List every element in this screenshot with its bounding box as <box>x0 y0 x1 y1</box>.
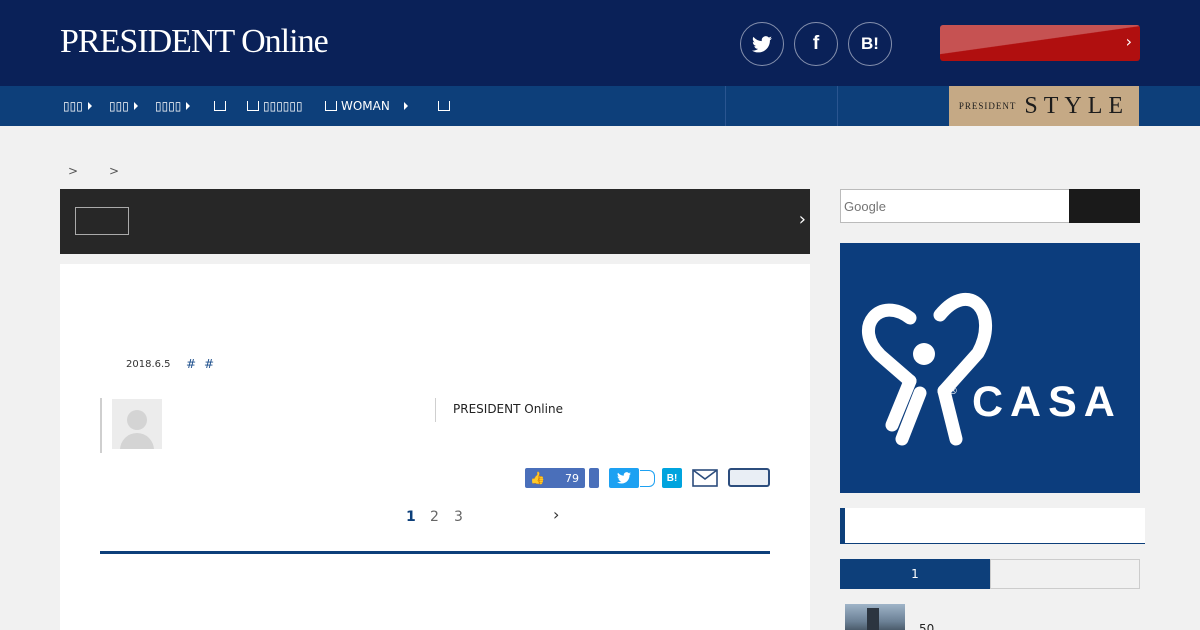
president-style-link[interactable]: PRESIDENT STYLE <box>949 86 1139 126</box>
search-button[interactable] <box>1069 189 1140 223</box>
facebook-share-button[interactable]: f <box>794 22 838 66</box>
site-logo[interactable]: PRESIDENT Online <box>60 22 329 62</box>
ranking-tab-1[interactable]: 1 <box>840 559 990 589</box>
category-tag <box>75 207 129 235</box>
ranking-heading <box>840 508 1145 544</box>
article-tag[interactable]: # <box>204 357 214 371</box>
article-date: 2018.6.5 <box>126 359 171 370</box>
nav-item-5[interactable]: ▯▯▯▯▯▯ <box>247 97 303 115</box>
nav-divider <box>725 86 726 126</box>
casa-heart-logo-icon <box>862 293 993 446</box>
bookmark-icon <box>438 101 450 111</box>
bookmark-icon <box>214 101 226 111</box>
like-count: 79 <box>565 471 579 485</box>
mail-icon <box>692 469 718 487</box>
facebook-share-button[interactable] <box>589 468 599 488</box>
page-link-3[interactable]: 3 <box>454 509 463 525</box>
hatena-icon: B! <box>666 472 678 484</box>
bookmark-icon <box>247 101 259 111</box>
registered-mark: ® <box>948 386 958 397</box>
twitter-icon <box>752 35 772 52</box>
article-source: PRESIDENT Online <box>453 402 563 416</box>
chevron-right-icon: › <box>798 209 806 230</box>
breadcrumb-separator: > <box>109 164 120 178</box>
nav-item-3[interactable]: ▯▯▯▯ <box>155 97 191 115</box>
next-page-icon[interactable]: › <box>553 505 559 524</box>
bookmark-icon <box>325 101 337 111</box>
nav-item-2[interactable]: ▯▯▯ <box>109 97 138 115</box>
author-divider <box>100 398 102 453</box>
facebook-icon: f <box>812 33 820 54</box>
hatena-icon: B! <box>861 34 879 53</box>
article-divider <box>100 551 770 554</box>
article-card <box>60 264 810 630</box>
hatena-bookmark-button[interactable]: B! <box>662 468 682 488</box>
breadcrumb-separator: > <box>68 164 79 178</box>
article-tag[interactable]: # <box>186 357 196 371</box>
ranking-item-title[interactable]: 50 <box>919 622 934 630</box>
chevron-right-icon: › <box>1125 32 1132 51</box>
tweet-button[interactable] <box>609 468 639 488</box>
page-link-1[interactable]: 1 <box>406 509 416 525</box>
print-button[interactable] <box>728 468 770 487</box>
tweet-count-bubble <box>640 470 655 487</box>
site-search-input[interactable] <box>840 189 1070 223</box>
facebook-like-button[interactable]: 👍 79 <box>525 468 585 488</box>
ranking-thumbnail[interactable] <box>845 604 905 630</box>
nav-item-4[interactable] <box>214 97 230 115</box>
nav-item-1[interactable]: ▯▯▯ <box>63 97 92 115</box>
page-link-2[interactable]: 2 <box>430 509 439 525</box>
source-divider <box>435 398 436 422</box>
twitter-icon <box>617 472 631 484</box>
header-ad-banner[interactable]: › <box>940 25 1140 61</box>
nav-divider <box>837 86 838 126</box>
category-banner[interactable]: › <box>60 189 810 254</box>
twitter-share-button[interactable] <box>740 22 784 66</box>
ranking-tab-2[interactable] <box>990 559 1140 589</box>
nav-item-woman[interactable]: WOMAN <box>325 97 408 115</box>
casa-ad[interactable] <box>840 243 1140 493</box>
author-avatar[interactable] <box>112 399 162 449</box>
casa-brand-text: CASA <box>972 378 1122 426</box>
nav-item-7[interactable] <box>438 97 454 115</box>
thumbs-up-icon: 👍 <box>530 471 545 485</box>
hatena-share-button[interactable]: B! <box>848 22 892 66</box>
mail-share-button[interactable] <box>692 469 718 487</box>
